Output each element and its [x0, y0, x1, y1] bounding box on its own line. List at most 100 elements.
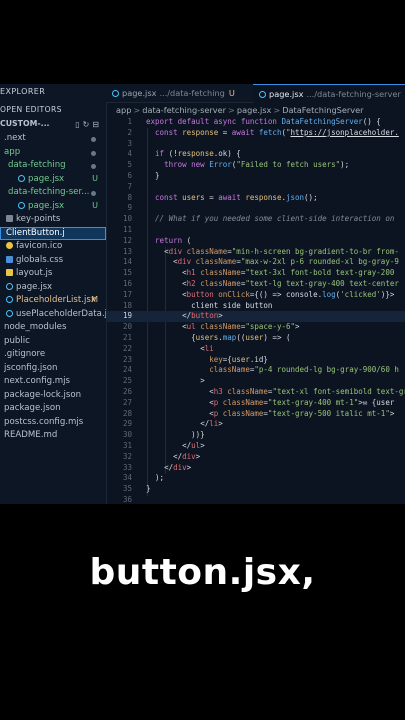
sidebar-item[interactable]: globals.css [0, 254, 106, 268]
line-number: 25 [122, 376, 132, 386]
sidebar-item[interactable]: ClientButton.j [0, 226, 106, 240]
sidebar-item[interactable]: package-lock.json [0, 389, 106, 403]
sidebar-item[interactable]: jsconfig.json [0, 362, 106, 376]
line-number: 5 [127, 160, 132, 170]
explorer-toolbar: ▯↻⊟ [75, 120, 102, 129]
code-line[interactable]: 15 <h1 className="text-3xl font-bold tex… [106, 268, 405, 279]
explorer-title: EXPLORER [0, 87, 46, 96]
tab-active[interactable]: page.jsx.../data-fetching-serverU [253, 84, 405, 103]
new-file-icon[interactable]: ▯ [75, 120, 82, 129]
code-line[interactable]: 25 > [106, 376, 405, 387]
code-text: > [200, 376, 205, 386]
code-line[interactable]: 30 ))} [106, 430, 405, 441]
sidebar-item[interactable]: layout.js [0, 267, 106, 281]
code-text: <p className="text-gray-500 italic mt-1"… [209, 408, 395, 418]
line-number: 7 [127, 181, 132, 191]
code-text: const response = await fetch("https://js… [155, 127, 399, 137]
code-line[interactable]: 10 // What if you needed some client-sid… [106, 214, 405, 225]
code-line[interactable]: 7 [106, 182, 405, 193]
file-file-icon [6, 215, 13, 222]
code-line[interactable]: 8 const users = await response.json(); [106, 193, 405, 204]
code-line[interactable]: 23 key={user.id} [106, 355, 405, 366]
code-line[interactable]: 12 return ( [106, 236, 405, 247]
code-line[interactable]: 27 <p className="text-gray-400 mt-1">✉ {… [106, 398, 405, 409]
line-number: 33 [122, 462, 132, 472]
code-line[interactable]: 9 [106, 203, 405, 214]
sidebar-item[interactable]: data-fetching [0, 159, 106, 173]
code-text: } [155, 171, 160, 180]
code-text: key={user.id} [209, 354, 268, 364]
code-line[interactable]: 31 </ul> [106, 441, 405, 452]
code-line[interactable]: 1 export default async function DataFetch… [106, 117, 405, 128]
code-line[interactable]: 17 <button onClick={() => console.log('c… [106, 290, 405, 301]
code-line[interactable]: 5 throw new Error("Failed to fetch users… [106, 160, 405, 171]
code-line[interactable]: 26 <h3 className="text-xl font-semibold … [106, 387, 405, 398]
code-line[interactable]: 2 const response = await fetch("https://… [106, 128, 405, 139]
code-text: </button> [182, 311, 223, 321]
explorer-sidebar: EXPLORER OPEN EDITORS CUSTOM-... ▯↻⊟ .ne… [0, 84, 107, 504]
code-line[interactable]: 21 {users.map((user) => ( [106, 333, 405, 344]
line-number: 14 [122, 257, 132, 267]
sidebar-item[interactable]: page.jsx U [0, 200, 106, 214]
sidebar-item[interactable]: key-points [0, 213, 106, 227]
refresh-icon[interactable]: ↻ [83, 120, 93, 129]
sidebar-item[interactable]: data-fetching-ser... [0, 186, 106, 200]
code-line[interactable]: 33 </div> [106, 463, 405, 474]
code-line[interactable]: 35} [106, 484, 405, 495]
sidebar-item[interactable]: package.json [0, 402, 106, 416]
open-editors-header[interactable]: OPEN EDITORS [0, 105, 62, 114]
code-line[interactable]: 19 </button> [106, 311, 405, 323]
breadcrumb-item[interactable]: data-fetching-server [142, 105, 226, 115]
breadcrumb-item[interactable]: DataFetchingServer [282, 105, 363, 115]
react-file-icon [6, 296, 13, 303]
breadcrumb-item[interactable]: page.jsx [237, 105, 271, 115]
code-line[interactable]: 18 client side button [106, 301, 405, 312]
vscode-window: EXPLORER OPEN EDITORS CUSTOM-... ▯↻⊟ .ne… [0, 84, 405, 504]
sidebar-item-label: ClientButton.j [6, 227, 65, 238]
sidebar-item[interactable]: public [0, 335, 106, 349]
sidebar-item[interactable]: favicon.ico [0, 240, 106, 254]
code-text: ))} [191, 430, 205, 440]
breadcrumb-item[interactable]: app [116, 105, 131, 115]
sidebar-item[interactable]: page.jsx U [0, 173, 106, 187]
sidebar-item[interactable]: README.md [0, 429, 106, 443]
line-number: 36 [122, 495, 132, 504]
code-editor[interactable]: 1 export default async function DataFetch… [106, 117, 405, 504]
code-line[interactable]: 6 } [106, 171, 405, 182]
sidebar-item-label: data-fetching [8, 160, 66, 170]
line-number: 16 [122, 279, 132, 288]
sidebar-item-label: package-lock.json [4, 389, 82, 400]
line-number: 12 [122, 235, 132, 245]
code-line[interactable]: 34 ); [106, 473, 405, 484]
code-text: </div> [164, 462, 192, 472]
code-text: className="p-4 rounded-lg bg-gray-900/60… [209, 365, 399, 375]
code-line[interactable]: 4 if (!response.ok) { [106, 149, 405, 160]
code-line[interactable]: 11 [106, 225, 405, 236]
fav-file-icon [6, 242, 13, 249]
sidebar-item[interactable]: postcss.config.mjs [0, 416, 106, 430]
sidebar-item[interactable]: next.config.mjs [0, 375, 106, 389]
code-line[interactable]: 16 <h2 className="text-lg text-gray-400 … [106, 279, 405, 290]
sidebar-item[interactable]: .gitignore [0, 348, 106, 362]
sidebar-item[interactable]: .next [0, 132, 106, 146]
sidebar-item[interactable]: node_modules [0, 321, 106, 335]
sidebar-item[interactable]: app [0, 146, 106, 160]
sidebar-item[interactable]: usePlaceholderData.jsx [0, 308, 106, 322]
line-number: 28 [122, 408, 132, 418]
code-line[interactable]: 28 <p className="text-gray-500 italic mt… [106, 409, 405, 420]
code-line[interactable]: 20 <ul className="space-y-6"> [106, 322, 405, 333]
code-line[interactable]: 29 </li> [106, 419, 405, 430]
sidebar-item[interactable]: page.jsx [0, 281, 106, 295]
collapse-icon[interactable]: ⊟ [92, 120, 102, 129]
code-line[interactable]: 14 <div className="max-w-2xl p-6 rounded… [106, 257, 405, 268]
code-line[interactable]: 3 [106, 139, 405, 150]
code-line[interactable]: 22 <li [106, 344, 405, 355]
git-status-badge: U [228, 88, 235, 98]
tab-inactive[interactable]: page.jsx .../data-fetching U [106, 84, 252, 102]
code-text: <div className="max-w-2xl p-6 rounded-xl… [173, 257, 399, 267]
code-line[interactable]: 24 className="p-4 rounded-lg bg-gray-900… [106, 365, 405, 376]
code-line[interactable]: 13 <div className="min-h-screen bg-gradi… [106, 247, 405, 258]
code-line[interactable]: 36 [106, 495, 405, 504]
sidebar-item[interactable]: PlaceholderList.jsx M [0, 294, 106, 308]
code-line[interactable]: 32 </div> [106, 452, 405, 463]
